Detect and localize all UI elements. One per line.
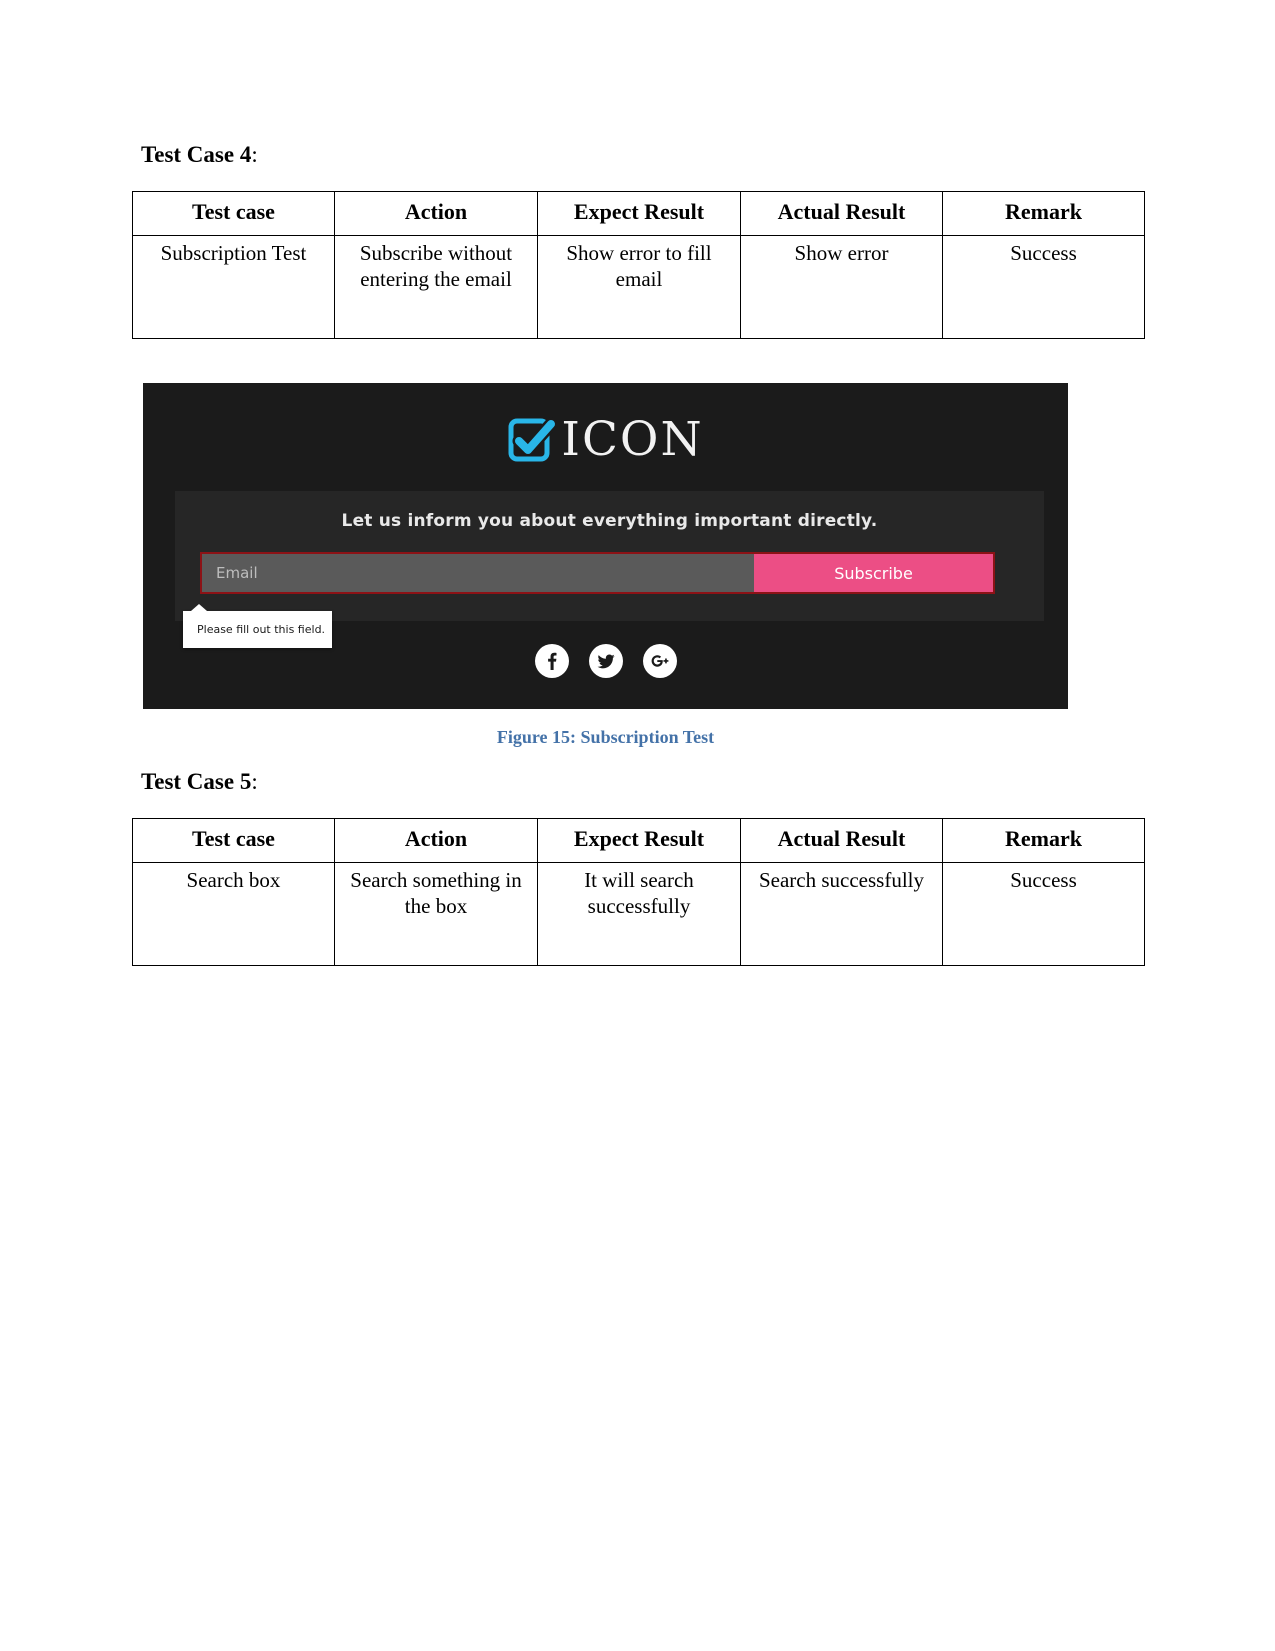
subscribe-button[interactable]: Subscribe [754, 554, 993, 592]
checkbox-check-icon [507, 415, 558, 465]
column-header-expect-result: Expect Result [537, 191, 741, 236]
cell-action: Subscribe without entering the email [334, 235, 538, 339]
test-case-5-heading-label: Test Case 5 [141, 769, 252, 794]
test-case-5-table: Test case Action Expect Result Actual Re… [132, 818, 1145, 966]
twitter-icon[interactable] [588, 644, 623, 678]
test-case-4-heading: Test Case 4: [141, 142, 258, 168]
validation-tooltip: Please fill out this field. [183, 604, 332, 648]
test-case-4-heading-label: Test Case 4 [141, 142, 252, 167]
subscribe-panel: Let us inform you about everything impor… [175, 491, 1044, 621]
validation-tooltip-text: Please fill out this field. [197, 623, 326, 636]
column-header-test-case: Test case [132, 818, 335, 863]
test-case-5-heading-colon: : [251, 769, 258, 794]
google-plus-icon[interactable] [642, 644, 677, 678]
table-header-row: Test case Action Expect Result Actual Re… [132, 818, 1145, 863]
cell-test-case: Search box [132, 862, 335, 966]
facebook-icon[interactable] [534, 644, 569, 678]
column-header-action: Action [334, 818, 538, 863]
subscribe-form: Subscribe [200, 552, 995, 594]
cell-remark: Success [942, 235, 1145, 339]
test-case-4-heading-colon: : [251, 142, 258, 167]
cell-test-case: Subscription Test [132, 235, 335, 339]
table-row: Search box Search something in the box I… [132, 862, 1145, 966]
email-input[interactable] [202, 554, 754, 592]
brand-name: ICON [561, 411, 704, 467]
figure-caption: Figure 15: Subscription Test [496, 727, 715, 747]
column-header-actual-result: Actual Result [740, 191, 943, 236]
column-header-test-case: Test case [132, 191, 335, 236]
column-header-remark: Remark [942, 191, 1145, 236]
subscribe-tagline: Let us inform you about everything impor… [341, 511, 878, 531]
site-brand: ICON [143, 405, 1068, 473]
column-header-expect-result: Expect Result [537, 818, 741, 863]
test-case-4-table: Test case Action Expect Result Actual Re… [132, 191, 1145, 339]
column-header-actual-result: Actual Result [740, 818, 943, 863]
cell-actual-result: Search successfully [740, 862, 943, 966]
cell-expect-result: Show error to fill email [537, 235, 741, 339]
test-case-5-heading: Test Case 5: [141, 769, 258, 795]
cell-action: Search something in the box [334, 862, 538, 966]
social-links [143, 644, 1068, 678]
subscription-screenshot: ICON Let us inform you about everything … [143, 383, 1068, 709]
cell-remark: Success [942, 862, 1145, 966]
table-row: Subscription Test Subscribe without ente… [132, 235, 1145, 339]
cell-actual-result: Show error [740, 235, 943, 339]
cell-expect-result: It will search successfully [537, 862, 741, 966]
column-header-action: Action [334, 191, 538, 236]
table-header-row: Test case Action Expect Result Actual Re… [132, 191, 1145, 236]
column-header-remark: Remark [942, 818, 1145, 863]
document-page: Test Case 4: Test case Action Expect Res… [0, 0, 1275, 1651]
